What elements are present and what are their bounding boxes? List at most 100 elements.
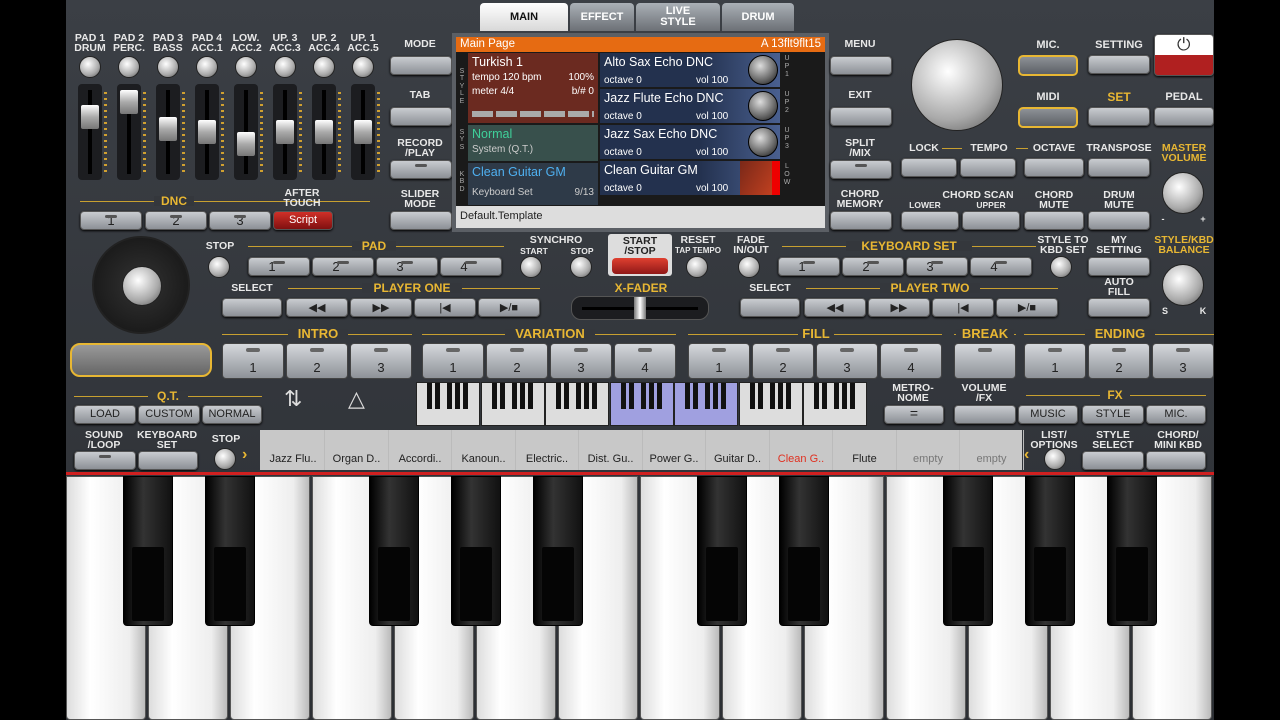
x-fader[interactable] xyxy=(571,296,709,320)
mini-keyboard-octave-1[interactable] xyxy=(416,382,480,426)
player-two-select-button[interactable] xyxy=(740,298,800,317)
keyboard-panel[interactable]: Clean Guitar GM Keyboard Set 9/13 xyxy=(468,163,598,205)
menu-button[interactable] xyxy=(830,56,892,75)
fill-button-4[interactable]: 4 xyxy=(880,343,942,379)
black-key[interactable] xyxy=(1107,476,1157,626)
tab-main[interactable]: MAIN xyxy=(480,3,568,31)
script-button[interactable]: Script xyxy=(273,211,333,230)
tab-button[interactable] xyxy=(390,107,452,126)
intro-button-1[interactable]: 1 xyxy=(222,343,284,379)
fader-2[interactable] xyxy=(117,84,146,180)
sound-slot-1[interactable]: Jazz Flu.. xyxy=(262,430,325,470)
pad-knob-7[interactable] xyxy=(313,56,335,78)
synchro-start-knob[interactable] xyxy=(520,256,542,278)
black-key[interactable] xyxy=(451,476,501,626)
style-panel[interactable]: Turkish 1 tempo 120 bpm 100% meter 4/4 b/#… xyxy=(468,53,598,123)
sound-slot-12[interactable]: empty xyxy=(961,430,1024,470)
fader-7[interactable] xyxy=(312,84,341,180)
player-one-rewind[interactable]: ◀◀ xyxy=(286,298,348,317)
player-two-rewind[interactable]: ◀◀ xyxy=(804,298,866,317)
list-options-knob[interactable] xyxy=(1044,448,1066,470)
transpose-button[interactable] xyxy=(1088,158,1150,177)
stop-knob[interactable] xyxy=(214,448,236,470)
octave-button[interactable] xyxy=(1024,158,1084,177)
variation-button-3[interactable]: 3 xyxy=(550,343,612,379)
split-mix-button[interactable] xyxy=(830,160,892,179)
joystick[interactable] xyxy=(92,236,190,334)
chord-mini-kbd-button[interactable] xyxy=(1146,451,1206,470)
metronome-icon[interactable]: △ xyxy=(348,386,388,422)
dnc-button-3[interactable]: 3 xyxy=(209,211,271,230)
my-setting-button[interactable] xyxy=(1088,257,1150,276)
player-one-select-button[interactable] xyxy=(222,298,282,317)
pad-knob-1[interactable] xyxy=(79,56,101,78)
fx-mic-button[interactable]: MIC. xyxy=(1146,405,1206,424)
player-one-forward[interactable]: ▶▶ xyxy=(350,298,412,317)
voice-volume-knob[interactable] xyxy=(748,127,778,157)
pad-knob-2[interactable] xyxy=(118,56,140,78)
fill-button-1[interactable]: 1 xyxy=(688,343,750,379)
auto-fill-button[interactable] xyxy=(1088,298,1150,317)
sound-slot-11[interactable]: empty xyxy=(897,430,960,470)
fader-5[interactable] xyxy=(234,84,263,180)
pedal-button[interactable] xyxy=(1154,107,1214,126)
tab-effect[interactable]: EFFECT xyxy=(570,3,634,31)
style-name-button[interactable] xyxy=(70,343,212,377)
exit-button[interactable] xyxy=(830,107,892,126)
fader-1[interactable] xyxy=(78,84,107,180)
black-key[interactable] xyxy=(205,476,255,626)
player-two-forward[interactable]: ▶▶ xyxy=(868,298,930,317)
ending-button-3[interactable]: 3 xyxy=(1152,343,1214,379)
sound-slot-3[interactable]: Accordi.. xyxy=(389,430,452,470)
intro-button-2[interactable]: 2 xyxy=(286,343,348,379)
mic-button[interactable] xyxy=(1018,55,1078,76)
chord-mute-button[interactable] xyxy=(1024,211,1084,230)
pad-knob-4[interactable] xyxy=(196,56,218,78)
intro-button-3[interactable]: 3 xyxy=(350,343,412,379)
tab-drum[interactable]: DRUM xyxy=(722,3,794,31)
ending-button-1[interactable]: 1 xyxy=(1024,343,1086,379)
player-two-play-stop[interactable]: ▶/■ xyxy=(996,298,1058,317)
mode-button[interactable] xyxy=(390,56,452,75)
style-select-button[interactable] xyxy=(1082,451,1144,470)
power-button[interactable]: ⏻ xyxy=(1154,34,1214,76)
qt-custom-button[interactable]: CUSTOM xyxy=(138,405,200,424)
mini-keyboard-octave-4[interactable] xyxy=(609,382,674,426)
volume-fx-button[interactable] xyxy=(954,405,1016,424)
style-to-kbd-knob[interactable] xyxy=(1050,256,1072,278)
fader-3[interactable] xyxy=(156,84,185,180)
sound-slot-2[interactable]: Organ D.. xyxy=(326,430,389,470)
pad-knob-3[interactable] xyxy=(157,56,179,78)
variation-button-2[interactable]: 2 xyxy=(486,343,548,379)
master-volume-knob[interactable] xyxy=(1162,172,1204,214)
transpose-icon[interactable]: ⇅ xyxy=(284,386,324,422)
synchro-stop-knob[interactable] xyxy=(570,256,592,278)
qt-load-button[interactable]: LOAD xyxy=(74,405,136,424)
fx-style-button[interactable]: STYLE xyxy=(1082,405,1144,424)
metronome-button[interactable]: = xyxy=(884,405,944,424)
sound-slot-4[interactable]: Kanoun.. xyxy=(453,430,516,470)
sound-slot-6[interactable]: Dist. Gu.. xyxy=(580,430,643,470)
sound-slot-8[interactable]: Guitar D.. xyxy=(707,430,770,470)
sound-slot-10[interactable]: Flute xyxy=(834,430,897,470)
fx-music-button[interactable]: MUSIC xyxy=(1018,405,1078,424)
mini-keyboard-octave-6[interactable] xyxy=(738,382,803,426)
fader-6[interactable] xyxy=(273,84,302,180)
qt-normal-button[interactable]: NORMAL xyxy=(202,405,262,424)
fader-cap[interactable] xyxy=(120,90,138,114)
data-wheel[interactable] xyxy=(911,39,1003,131)
set-button[interactable] xyxy=(1088,107,1150,126)
record-play-button[interactable] xyxy=(390,160,452,179)
pad-knob-5[interactable] xyxy=(235,56,257,78)
fader-cap[interactable] xyxy=(276,120,294,144)
drum-mute-button[interactable] xyxy=(1088,211,1150,230)
mini-keyboard-octave-5[interactable] xyxy=(674,382,738,426)
dnc-button-1[interactable]: 1 xyxy=(80,211,142,230)
black-key[interactable] xyxy=(369,476,419,626)
setting-button[interactable] xyxy=(1088,55,1150,74)
fader-cap[interactable] xyxy=(159,117,177,141)
midi-button[interactable] xyxy=(1018,107,1078,128)
chord-scan-upper-button[interactable] xyxy=(962,211,1020,230)
black-key[interactable] xyxy=(1025,476,1075,626)
fader-4[interactable] xyxy=(195,84,224,180)
